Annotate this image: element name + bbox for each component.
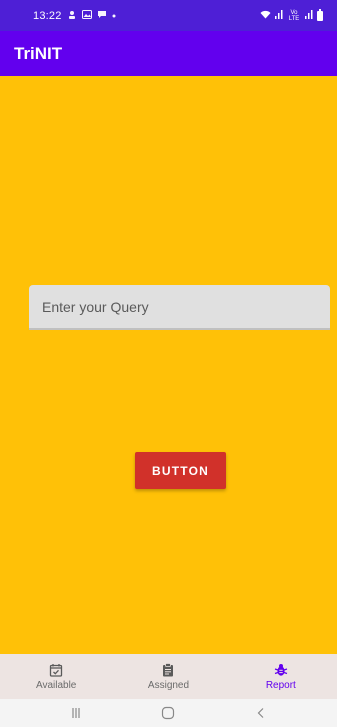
app-bar: TriNIT <box>0 31 337 76</box>
status-right: Vo LTE <box>260 8 323 22</box>
bug-icon <box>274 663 288 676</box>
nav-label-report: Report <box>265 679 296 691</box>
signal-icon <box>275 10 283 21</box>
home-button[interactable] <box>148 699 188 727</box>
recent-apps-button[interactable] <box>56 699 96 727</box>
nav-label-assigned: Assigned <box>147 679 190 691</box>
dot-icon <box>112 11 116 20</box>
bottom-navigation: Available Assigned Report <box>0 654 337 699</box>
clipboard-icon <box>163 662 174 676</box>
home-icon <box>162 706 175 720</box>
app-screen: 13:22 Vo LTE TriNIT Enter your Query BUT… <box>0 0 337 727</box>
calendar-check-icon <box>50 663 63 677</box>
nav-label-available: Available <box>35 679 77 691</box>
nav-item-report[interactable]: Report <box>225 654 337 699</box>
nav-item-assigned[interactable]: Assigned <box>112 654 224 699</box>
recent-apps-icon <box>72 708 80 718</box>
query-input[interactable] <box>29 285 330 330</box>
signal-icon-2 <box>305 10 313 21</box>
status-bar: 13:22 Vo LTE <box>0 0 337 31</box>
back-button[interactable] <box>241 699 281 727</box>
system-navigation-bar <box>0 699 337 727</box>
nav-item-available[interactable]: Available <box>0 654 112 699</box>
volte-label: Vo LTE <box>288 9 300 22</box>
app-title: TriNIT <box>14 43 63 63</box>
wifi-icon <box>260 10 271 21</box>
battery-icon <box>317 8 323 21</box>
status-left: 13:22 <box>33 10 116 22</box>
person-pin-icon <box>67 10 77 22</box>
image-icon <box>81 10 92 21</box>
status-time: 13:22 <box>33 9 62 22</box>
submit-button[interactable]: BUTTON <box>135 452 226 489</box>
back-icon <box>257 708 264 718</box>
message-icon <box>97 10 107 21</box>
